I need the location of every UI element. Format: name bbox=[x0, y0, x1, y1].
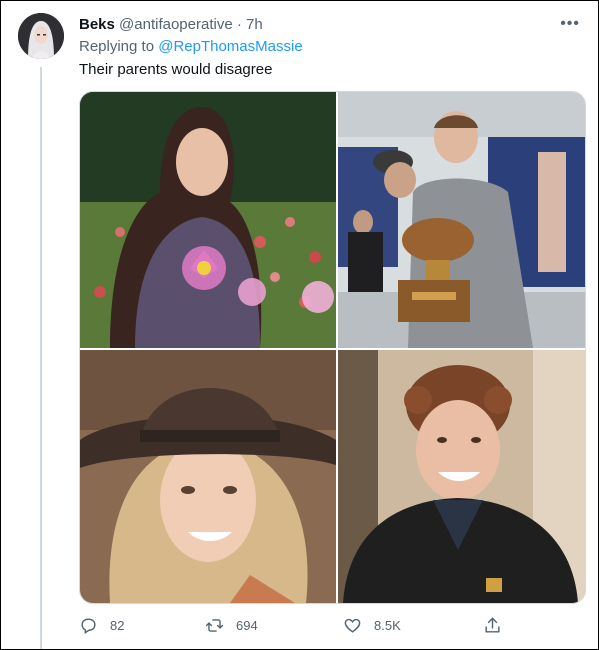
retweet-button[interactable]: 694 bbox=[205, 613, 258, 637]
like-count: 8.5K bbox=[374, 617, 401, 633]
heart-icon bbox=[344, 618, 361, 633]
photo-boy-trophy[interactable] bbox=[338, 92, 585, 348]
tweet-card: Beks @antifaoperative · 7h ••• Replying … bbox=[0, 0, 599, 650]
photo-girl-hat[interactable] bbox=[80, 350, 336, 603]
replying-mention-link[interactable]: @RepThomasMassie bbox=[158, 38, 302, 55]
share-button[interactable] bbox=[483, 613, 514, 637]
reply-icon bbox=[81, 617, 96, 634]
media-grid bbox=[79, 91, 586, 604]
author-name[interactable]: Beks bbox=[79, 16, 115, 33]
photo-boy-jacket[interactable] bbox=[338, 350, 585, 603]
reply-count: 82 bbox=[110, 617, 125, 633]
photo-girl-flowers[interactable] bbox=[80, 92, 336, 348]
retweet-count: 694 bbox=[236, 617, 258, 633]
tweet-time[interactable]: 7h bbox=[246, 16, 263, 33]
reply-button[interactable]: 82 bbox=[79, 613, 124, 637]
retweet-icon bbox=[205, 618, 224, 632]
tweet-text: Their parents would disagree bbox=[79, 61, 273, 78]
replying-to: Replying to @RepThomasMassie bbox=[79, 38, 303, 55]
separator-dot: · bbox=[236, 16, 242, 33]
share-icon bbox=[485, 617, 500, 633]
like-button[interactable]: 8.5K bbox=[343, 613, 401, 637]
replying-prefix: Replying to bbox=[79, 38, 155, 55]
author-handle[interactable]: @antifaoperative bbox=[119, 16, 233, 33]
action-bar: 82 694 8.5K bbox=[79, 613, 509, 637]
tweet-header: Beks @antifaoperative · 7h bbox=[79, 15, 578, 35]
thread-line bbox=[40, 67, 42, 649]
more-icon[interactable]: ••• bbox=[560, 15, 580, 33]
avatar[interactable] bbox=[18, 13, 64, 59]
